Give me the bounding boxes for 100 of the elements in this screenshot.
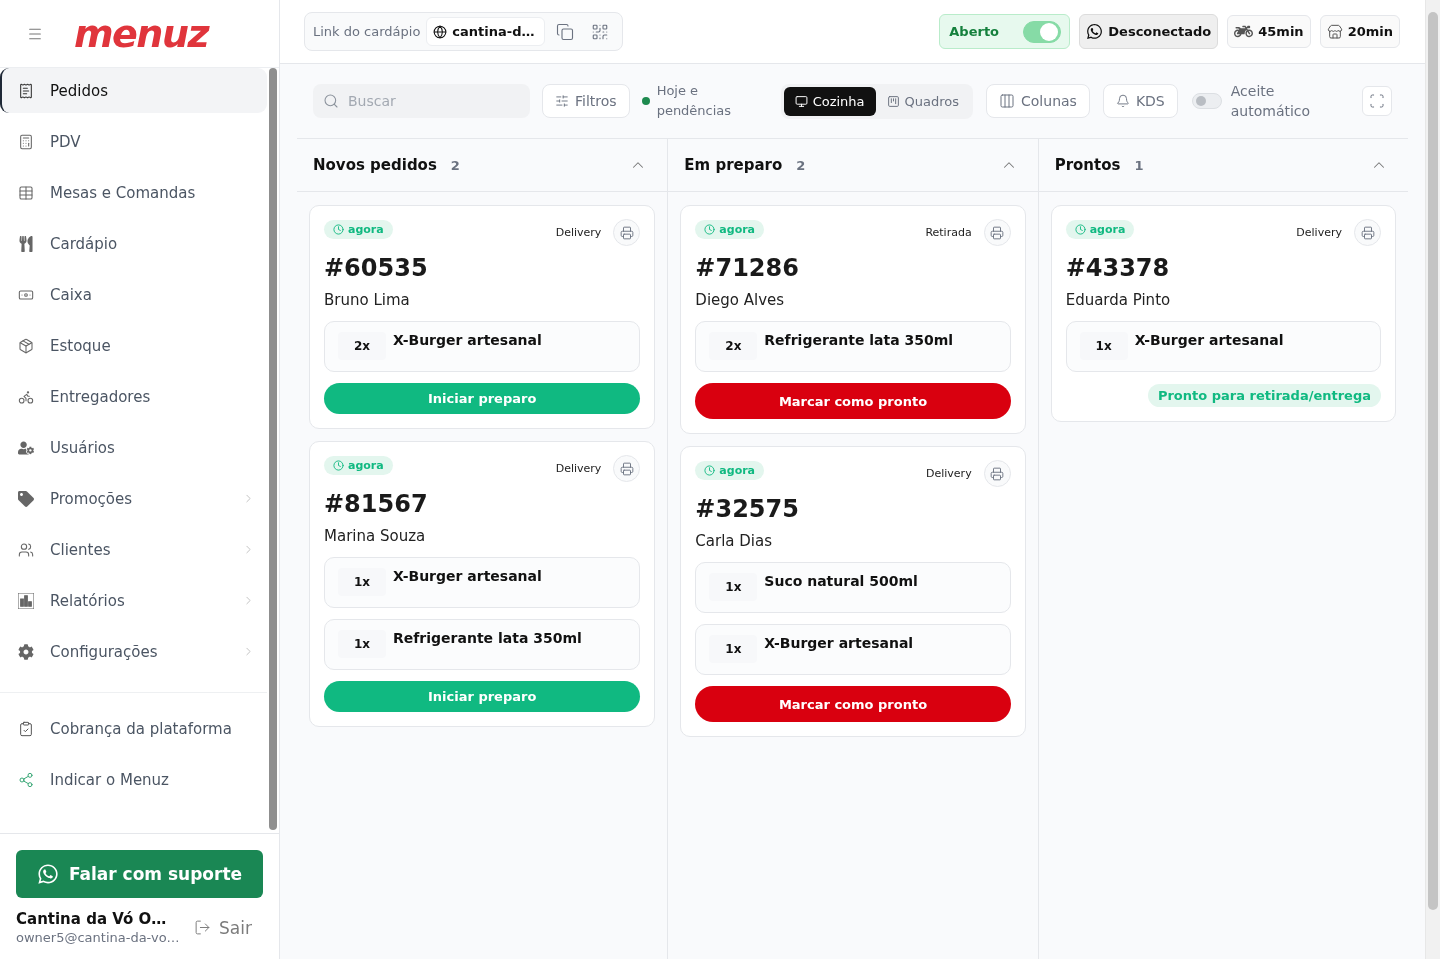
item-name: Refrigerante lata 350ml — [764, 331, 954, 350]
item-quantity: 1x — [338, 630, 386, 658]
order-number: #81567 — [324, 489, 429, 519]
sidebar-item[interactable]: Relatórios — [0, 578, 267, 623]
customer-name: Diego Alves — [695, 290, 786, 311]
menu-link-button[interactable]: cantina-d… — [426, 17, 546, 46]
qr-code-icon[interactable] — [591, 22, 610, 41]
sidebar-item[interactable]: Mesas e Comandas — [0, 170, 267, 215]
columns-icon — [999, 93, 1016, 109]
share-icon — [18, 771, 34, 788]
fork-knife-icon — [18, 235, 34, 252]
whatsapp-icon — [1086, 23, 1104, 40]
sidebar-item[interactable]: PDV — [0, 119, 267, 164]
globe-icon — [433, 24, 448, 39]
order-number: #71286 — [695, 253, 800, 283]
store-status-label: Aberto — [949, 24, 1000, 39]
clipboard-check-icon — [18, 720, 34, 737]
tag-icon — [18, 490, 34, 507]
sidebar-item[interactable]: Cobrança da plataforma — [0, 706, 267, 751]
item-name: X-Burger artesanal — [393, 331, 542, 350]
item-name: Suco natural 500ml — [764, 572, 918, 591]
filters-button[interactable]: Filtros — [542, 84, 630, 118]
customer-name: Marina Souza — [324, 526, 427, 547]
order-time: agora — [348, 223, 384, 236]
column-count: 2 — [796, 157, 806, 173]
support-button[interactable]: Falar com suporte — [16, 850, 263, 898]
kds-button[interactable]: KDS — [1102, 84, 1178, 118]
copy-icon[interactable] — [556, 22, 575, 41]
toggle-switch[interactable] — [1023, 20, 1062, 43]
customer-name: Bruno Lima — [324, 290, 411, 311]
account-email: owner5@cantina-da-vo… — [16, 930, 180, 945]
item-quantity: 2x — [338, 332, 386, 360]
item-quantity: 1x — [1079, 332, 1128, 360]
order-status: Pronto para retirada/entrega — [1147, 384, 1381, 407]
auto-accept-label: Aceite automático — [1230, 82, 1312, 121]
fullscreen-icon — [1369, 93, 1385, 109]
item-quantity: 1x — [709, 635, 758, 663]
sidebar-item[interactable]: Promoções — [0, 476, 267, 521]
clock-icon — [704, 224, 716, 235]
view-mode-tab[interactable]: Cozinha — [783, 86, 876, 116]
clock-icon — [704, 465, 716, 476]
print-button[interactable] — [983, 460, 1011, 487]
item-name: Refrigerante lata 350ml — [393, 629, 582, 648]
scrollbar-thumb[interactable] — [269, 68, 277, 830]
customer-name: Eduarda Pinto — [1065, 290, 1172, 311]
sliders-icon — [555, 94, 569, 108]
store-icon — [1326, 23, 1343, 40]
sidebar-item[interactable]: Pedidos — [0, 68, 267, 113]
whatsapp-status-button[interactable]: Desconectado — [1079, 14, 1219, 49]
sidebar-item[interactable]: Cardápio — [0, 221, 267, 266]
item-quantity: 1x — [709, 573, 758, 601]
delivery-time-button[interactable]: 45min — [1227, 15, 1311, 48]
search-icon — [323, 93, 339, 109]
account-name: Cantina da Vó O… — [16, 910, 168, 928]
print-button[interactable] — [1354, 219, 1381, 246]
logo: menuz — [74, 14, 209, 53]
sidebar-item[interactable]: Estoque — [0, 323, 267, 368]
printer-icon — [619, 225, 634, 240]
order-number: #60535 — [324, 253, 429, 283]
monitor-icon — [794, 94, 808, 108]
logout-button[interactable]: Sair — [194, 917, 263, 938]
kanban-icon — [886, 94, 900, 108]
column-count: 1 — [1134, 157, 1144, 173]
scrollbar-thumb[interactable] — [1428, 12, 1438, 910]
calculator-icon — [18, 133, 34, 150]
mark-ready-button[interactable]: Marcar como pronto — [695, 686, 1011, 722]
sidebar-item[interactable]: Configurações — [0, 629, 267, 674]
print-button[interactable] — [613, 219, 641, 246]
column-title: Novos pedidos — [313, 156, 437, 174]
pickup-time-button[interactable]: 20min — [1319, 15, 1400, 48]
print-button[interactable] — [983, 219, 1011, 246]
columns-button[interactable]: Colunas — [986, 84, 1090, 118]
order-type: Delivery — [555, 226, 602, 239]
search-field[interactable]: Buscar — [313, 84, 530, 118]
clock-icon — [333, 224, 344, 235]
period-label: Hoje e pendências — [656, 82, 733, 120]
view-mode-tab[interactable]: Quadros — [875, 86, 971, 116]
print-button[interactable] — [613, 455, 641, 482]
column-title: Em preparo — [684, 156, 783, 174]
bicycle-icon — [18, 388, 34, 405]
sidebar-item[interactable]: Clientes — [0, 527, 267, 572]
order-type: Delivery — [926, 467, 972, 480]
order-time: agora — [1089, 223, 1126, 236]
fullscreen-button[interactable] — [1362, 86, 1392, 116]
bar-chart-icon — [18, 592, 34, 609]
box-icon — [18, 337, 34, 354]
item-quantity: 1x — [338, 568, 386, 596]
sidebar-item[interactable]: Caixa — [0, 272, 267, 317]
receipt-icon — [18, 82, 34, 99]
sidebar-item[interactable]: Usuários — [0, 425, 267, 470]
users-icon — [18, 541, 34, 558]
toggle-switch[interactable] — [1191, 93, 1222, 109]
order-number: #32575 — [695, 494, 800, 524]
printer-icon — [990, 466, 1005, 481]
order-number: #43378 — [1065, 253, 1171, 283]
mark-ready-button[interactable]: Marcar como pronto — [695, 383, 1011, 419]
order-type: Retirada — [925, 226, 972, 239]
item-name: X-Burger artesanal — [393, 567, 542, 586]
sidebar-item[interactable]: Indicar o Menuz — [0, 757, 267, 802]
sidebar-item[interactable]: Entregadores — [0, 374, 267, 419]
